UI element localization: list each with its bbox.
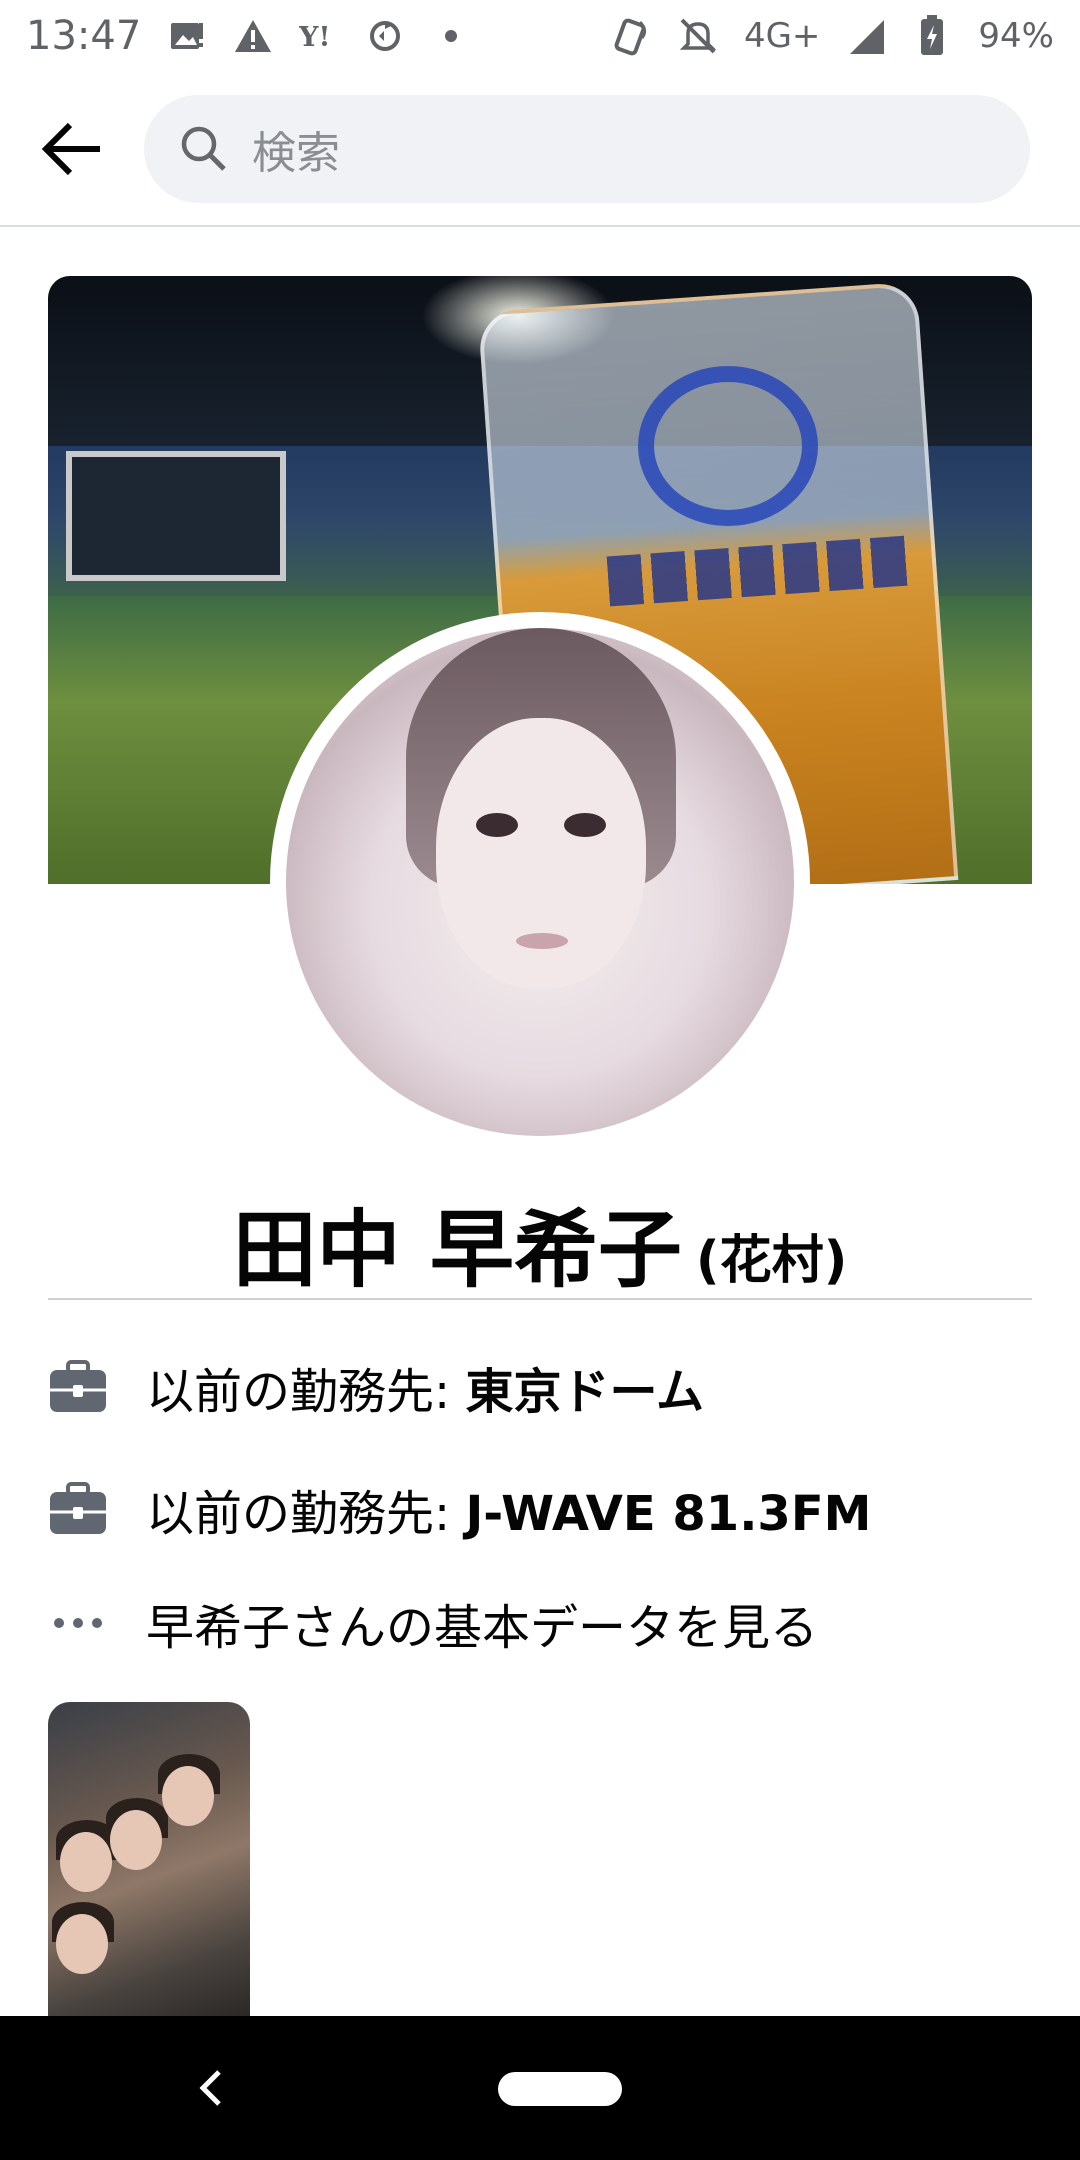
signal-icon: [846, 16, 886, 56]
back-arrow-icon: [41, 122, 100, 175]
work-history-employer[interactable]: 東京ドーム: [465, 1364, 704, 1420]
system-nav-bar: [0, 2016, 1080, 2160]
sync-icon: [365, 16, 405, 56]
profile-name-row: 田中 早希子 (花村): [48, 1190, 1032, 1300]
work-history-item[interactable]: 以前の勤務先: J-WAVE 81.3FM: [48, 1464, 1032, 1554]
work-history-text: 以前の勤務先: J-WAVE 81.3FM: [146, 1474, 871, 1544]
featured-person: [56, 1914, 108, 1974]
featured-person: [110, 1810, 162, 1870]
back-button[interactable]: [0, 89, 144, 209]
avatar[interactable]: [286, 628, 794, 1136]
battery-level: 94%: [978, 16, 1054, 56]
featured-person: [60, 1832, 112, 1892]
search-header: 検索: [0, 72, 1080, 227]
battery-icon: [912, 15, 952, 56]
profile-picture-frame[interactable]: [270, 612, 810, 1152]
status-left: 13:47 Y!: [26, 13, 471, 59]
work-history-text: 以前の勤務先: 東京ドーム: [146, 1352, 704, 1422]
warning-icon: [233, 16, 273, 56]
status-bar: 13:47 Y! 4G+ 94%: [0, 0, 1080, 72]
home-pill-icon[interactable]: [498, 2072, 622, 2106]
work-history-prefix: 以前の勤務先:: [146, 1486, 466, 1542]
featured-photo[interactable]: [48, 1702, 250, 2018]
see-about-info-link[interactable]: 早希子さんの基本データを見る: [48, 1578, 1032, 1668]
avatar-right-eye: [564, 813, 606, 837]
search-icon: [176, 121, 232, 177]
work-history-item[interactable]: 以前の勤務先: 東京ドーム: [48, 1342, 1032, 1432]
briefcase-icon: [48, 1357, 108, 1417]
yahoo-icon: Y!: [299, 16, 339, 56]
cover-cup-logo: [638, 366, 818, 526]
avatar-lips: [516, 933, 568, 949]
nav-back-icon: [199, 2070, 221, 2106]
cover-scoreboard: [66, 451, 286, 581]
profile-alt-name: (花村): [695, 1230, 848, 1291]
nav-back-button[interactable]: [180, 2052, 240, 2124]
network-label: 4G+: [743, 16, 821, 56]
svg-text:Y!: Y!: [299, 21, 330, 53]
status-right: 4G+ 94%: [612, 15, 1054, 56]
work-history-employer[interactable]: J-WAVE 81.3FM: [465, 1486, 871, 1542]
dot-icon: [431, 16, 471, 56]
briefcase-icon: [48, 1479, 108, 1539]
see-about-info-label: 早希子さんの基本データを見る: [146, 1600, 819, 1656]
profile-name: 田中 早希子: [232, 1201, 682, 1299]
search-input[interactable]: 検索: [144, 94, 1030, 203]
mute-icon: [678, 16, 718, 56]
more-icon: [48, 1593, 108, 1653]
work-history-prefix: 以前の勤務先:: [146, 1364, 466, 1420]
nfc-icon: [612, 16, 652, 56]
avatar-left-eye: [476, 813, 518, 837]
featured-person: [162, 1766, 214, 1826]
status-time: 13:47: [26, 13, 142, 59]
search-placeholder: 検索: [252, 127, 340, 179]
image-notification-icon: [167, 16, 207, 56]
